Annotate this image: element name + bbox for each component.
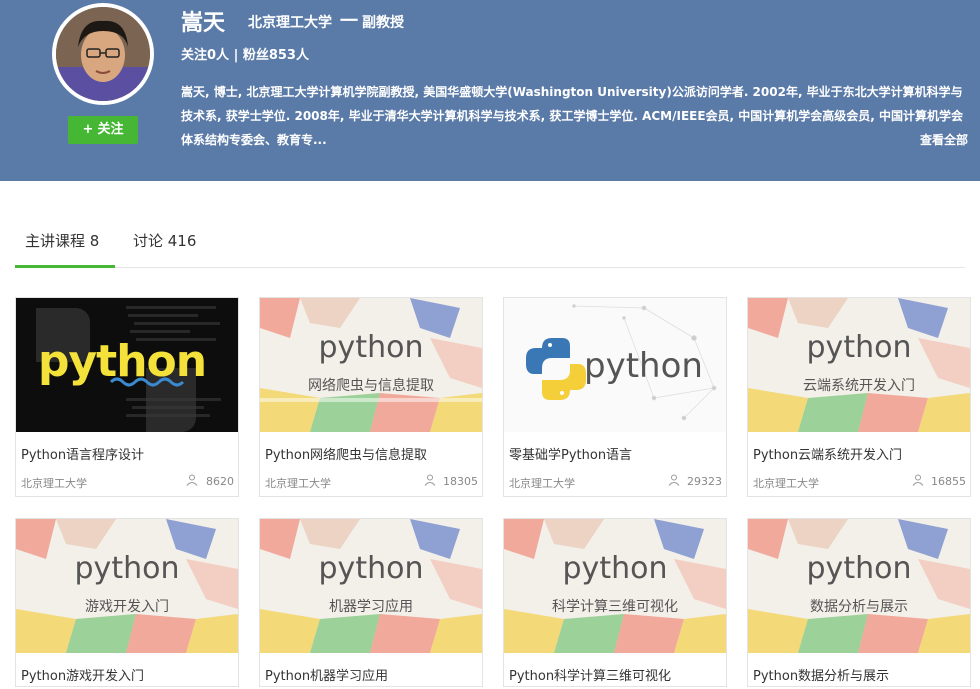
enroll-count: 18305 [443, 475, 478, 488]
course-card[interactable]: python 科学计算三维可视化 Python科学计算三维可视化 [503, 518, 727, 687]
course-meta: 北京理工大学 8620 [16, 465, 238, 496]
course-title: 零基础学Python语言 [509, 448, 633, 463]
course-thumbnail: python 云端系统开发入门 [748, 298, 970, 432]
thumbnail-subtitle: 云端系统开发入门 [803, 378, 915, 394]
follow-stats: 关注0人 | 粉丝853人 [181, 48, 309, 63]
view-all-link[interactable]: 查看全部 [920, 131, 968, 148]
course-thumbnail: python [16, 298, 238, 432]
thumbnail-subtitle: 游戏开发入门 [85, 599, 169, 615]
course-school: 北京理工大学 [265, 477, 331, 490]
course-title: Python网络爬虫与信息提取 [265, 448, 428, 463]
course-title: Python机器学习应用 [265, 669, 389, 684]
thumbnail-python-text: python [806, 330, 912, 365]
course-title: Python游戏开发入门 [21, 669, 145, 684]
course-title: Python语言程序设计 [21, 448, 145, 463]
course-school: 北京理工大学 [753, 477, 819, 490]
follow-label: 关注 [97, 122, 124, 137]
course-thumbnail: python 机器学习应用 [260, 519, 482, 653]
teacher-name: 嵩天 [181, 11, 226, 36]
course-thumbnail: python 游戏开发入门 [16, 519, 238, 653]
avatar [56, 7, 150, 101]
course-card[interactable]: python 游戏开发入门 Python游戏开发入门 [15, 518, 239, 687]
python-logo-text: python [38, 336, 207, 387]
title-separator: 一 [340, 11, 358, 32]
thumbnail-subtitle: 科学计算三维可视化 [552, 599, 678, 615]
course-card[interactable]: python Python语言程序设计 北京理工大学 8620 [15, 297, 239, 497]
course-meta: 北京理工大学 16855 [748, 465, 970, 496]
thumbnail-subtitle: 数据分析与展示 [810, 599, 908, 615]
teacher-bio: 嵩天, 博士, 北京理工大学计算机学院副教授, 美国华盛顿大学(Washingt… [181, 85, 964, 147]
python-wordmark: python [584, 346, 703, 386]
thumbnail-subtitle: 网络爬虫与信息提取 [308, 378, 434, 394]
course-meta: 北京理工大学 29323 [504, 465, 726, 496]
tab-courses[interactable]: 主讲课程 8 [15, 226, 115, 268]
user-icon [668, 474, 680, 486]
course-school: 北京理工大学 [21, 477, 87, 490]
course-title: Python数据分析与展示 [753, 669, 890, 684]
enroll-count: 16855 [931, 475, 966, 488]
course-title: Python云端系统开发入门 [753, 448, 903, 463]
thumbnail-python-text: python [74, 551, 180, 586]
thumbnail-subtitle: 机器学习应用 [329, 599, 413, 615]
user-icon [424, 474, 436, 486]
teacher-header: + 关注 嵩天 北京理工大学 一 副教授 关注0人 | 粉丝853人 嵩天, 博士… [0, 0, 980, 181]
thumbnail-python-text: python [806, 551, 912, 586]
course-thumbnail: python 网络爬虫与信息提取 [260, 298, 482, 432]
course-meta: 北京理工大学 18305 [260, 465, 482, 496]
teacher-school[interactable]: 北京理工大学 [248, 12, 332, 32]
user-icon [186, 474, 198, 486]
enroll-count: 8620 [206, 475, 234, 488]
course-thumbnail: python [504, 298, 726, 432]
content-tabs: 主讲课程 8 讨论 416 [15, 226, 965, 268]
course-card[interactable]: python 网络爬虫与信息提取 Python网络爬虫与信息提取 北京理工大学 … [259, 297, 483, 497]
course-card[interactable]: python 零基础学Python语言 北京理工大学 29323 [503, 297, 727, 497]
avatar-frame [52, 3, 154, 105]
course-title: Python科学计算三维可视化 [509, 669, 672, 684]
course-card[interactable]: python 数据分析与展示 Python数据分析与展示 [747, 518, 971, 687]
course-thumbnail: python 科学计算三维可视化 [504, 519, 726, 653]
thumbnail-python-text: python [318, 551, 424, 586]
course-card[interactable]: python 机器学习应用 Python机器学习应用 [259, 518, 483, 687]
plus-icon: + [82, 122, 94, 137]
course-thumbnail: python 数据分析与展示 [748, 519, 970, 653]
thumbnail-python-text: python [562, 551, 668, 586]
follow-button[interactable]: + 关注 [68, 116, 138, 144]
course-card[interactable]: python 云端系统开发入门 Python云端系统开发入门 北京理工大学 16… [747, 297, 971, 497]
tab-discussions[interactable]: 讨论 416 [133, 226, 196, 268]
user-icon [912, 474, 924, 486]
teacher-title: 副教授 [362, 15, 404, 31]
enroll-count: 29323 [687, 475, 722, 488]
course-school: 北京理工大学 [509, 477, 575, 490]
thumbnail-python-text: python [318, 330, 424, 365]
